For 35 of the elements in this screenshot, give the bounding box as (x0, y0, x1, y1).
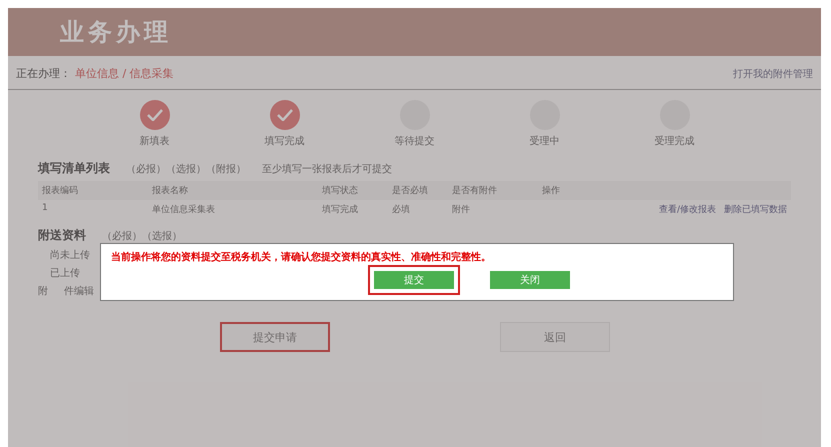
table-cell-text: 填写完成 (321, 204, 359, 217)
breadcrumb-path: 单位信息 / 信息采集 (75, 66, 174, 81)
section-legend: （必报）（选报）（附报） (126, 162, 246, 176)
section-title: 附送资料 (38, 227, 86, 244)
dialog-button[interactable]: 提交 (368, 265, 460, 295)
section-note: 至少填写一张报表后才可提交 (262, 162, 392, 176)
step-label: 受理完成 (654, 134, 694, 148)
page-button[interactable]: 返回 (500, 322, 610, 352)
dialog-message: 当前操作将您的资料提交至税务机关，请确认您提交资料的真实性、准确性和完整性。 (110, 250, 491, 264)
attachment-link[interactable]: 打开我的附件管理 (733, 66, 813, 80)
page-button[interactable]: 提交申请 (220, 322, 330, 352)
column-header: 是否必填 (388, 181, 448, 200)
section-legend: （必报）（选报） (102, 228, 182, 242)
column-header: 操作 (538, 181, 791, 200)
table-cell-text: 1 (41, 202, 49, 215)
table-cell-text: 附件 (451, 204, 471, 217)
table-cell-text: 单位信息采集表 (151, 204, 216, 217)
attachment-item: 已上传 (50, 266, 80, 280)
page-title: 业务办理 (60, 17, 172, 48)
table-cell-text: 必填 (391, 204, 411, 217)
column-header: 填写状态 (318, 181, 388, 200)
action-link[interactable]: 删除已填写数据 (724, 203, 787, 216)
action-link[interactable]: 查看/修改报表 (658, 203, 716, 216)
step-label: 填写完成 (264, 134, 304, 148)
section-title: 填写清单列表 (38, 160, 110, 177)
column-header: 是否有附件 (448, 181, 538, 200)
attachment-label: 附 (38, 285, 48, 298)
step-label: 等待提交 (394, 134, 434, 148)
column-header: 报表名称 (148, 181, 318, 200)
attachment-value: 件编辑 (64, 284, 94, 298)
column-header: 报表编码 (38, 181, 148, 200)
step-label: 新填表 (140, 134, 170, 148)
step-label: 受理中 (530, 134, 560, 148)
attachment-item: 尚未上传 (50, 248, 90, 262)
breadcrumb-label: 正在办理： (16, 66, 71, 81)
